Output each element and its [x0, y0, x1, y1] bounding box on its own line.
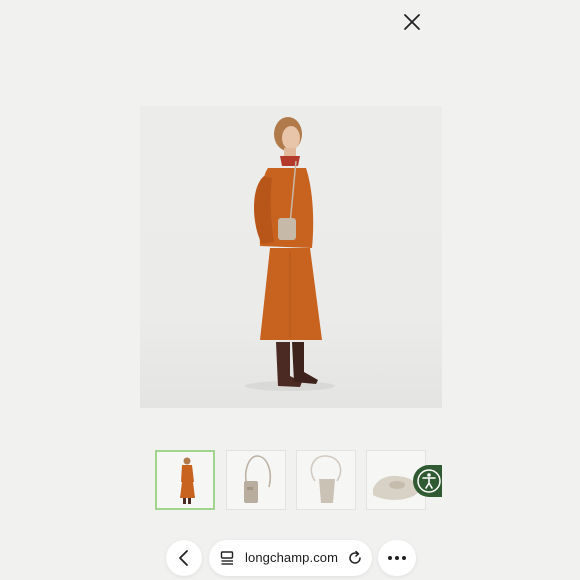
thumbnail-strip[interactable] — [140, 448, 442, 514]
more-button[interactable] — [378, 540, 416, 576]
model-photo — [245, 117, 335, 391]
thumbnail-model-image — [180, 457, 195, 504]
more-icon — [388, 556, 406, 560]
accessibility-icon — [417, 469, 441, 493]
thumbnail-bag-back[interactable] — [296, 450, 356, 510]
reload-icon[interactable] — [347, 550, 363, 566]
back-button[interactable] — [166, 540, 202, 576]
address-bar[interactable]: longchamp.com — [209, 540, 372, 576]
thumbnail-bag-front[interactable] — [226, 450, 286, 510]
reader-mode-icon — [220, 551, 234, 565]
accessibility-button[interactable] — [413, 465, 442, 497]
chevron-left-icon — [179, 550, 188, 566]
thumbnail-bag-front-image — [244, 455, 272, 503]
thumbnail-model[interactable] — [155, 450, 215, 510]
close-icon — [404, 14, 420, 30]
close-button[interactable] — [400, 10, 424, 34]
url-label: longchamp.com — [245, 550, 339, 565]
thumbnail-bag-back-image — [310, 455, 342, 503]
product-main-image[interactable] — [140, 106, 442, 408]
